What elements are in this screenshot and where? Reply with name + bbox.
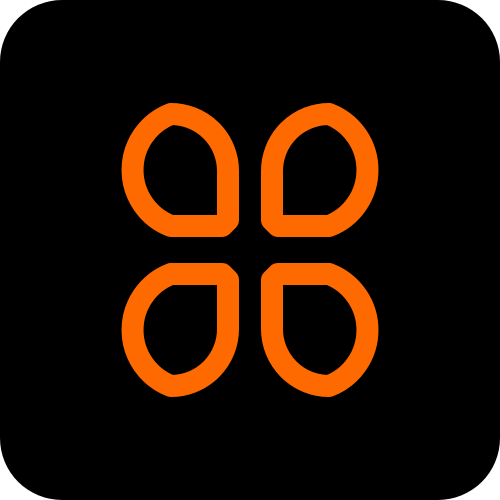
four-petal-grid-icon [121, 103, 379, 397]
petal-bottom-right-icon [261, 263, 379, 397]
petal-top-left-icon [121, 103, 239, 237]
petal-bottom-left-icon [121, 263, 239, 397]
app-icon[interactable] [0, 0, 500, 500]
petal-top-right-icon [261, 103, 379, 237]
